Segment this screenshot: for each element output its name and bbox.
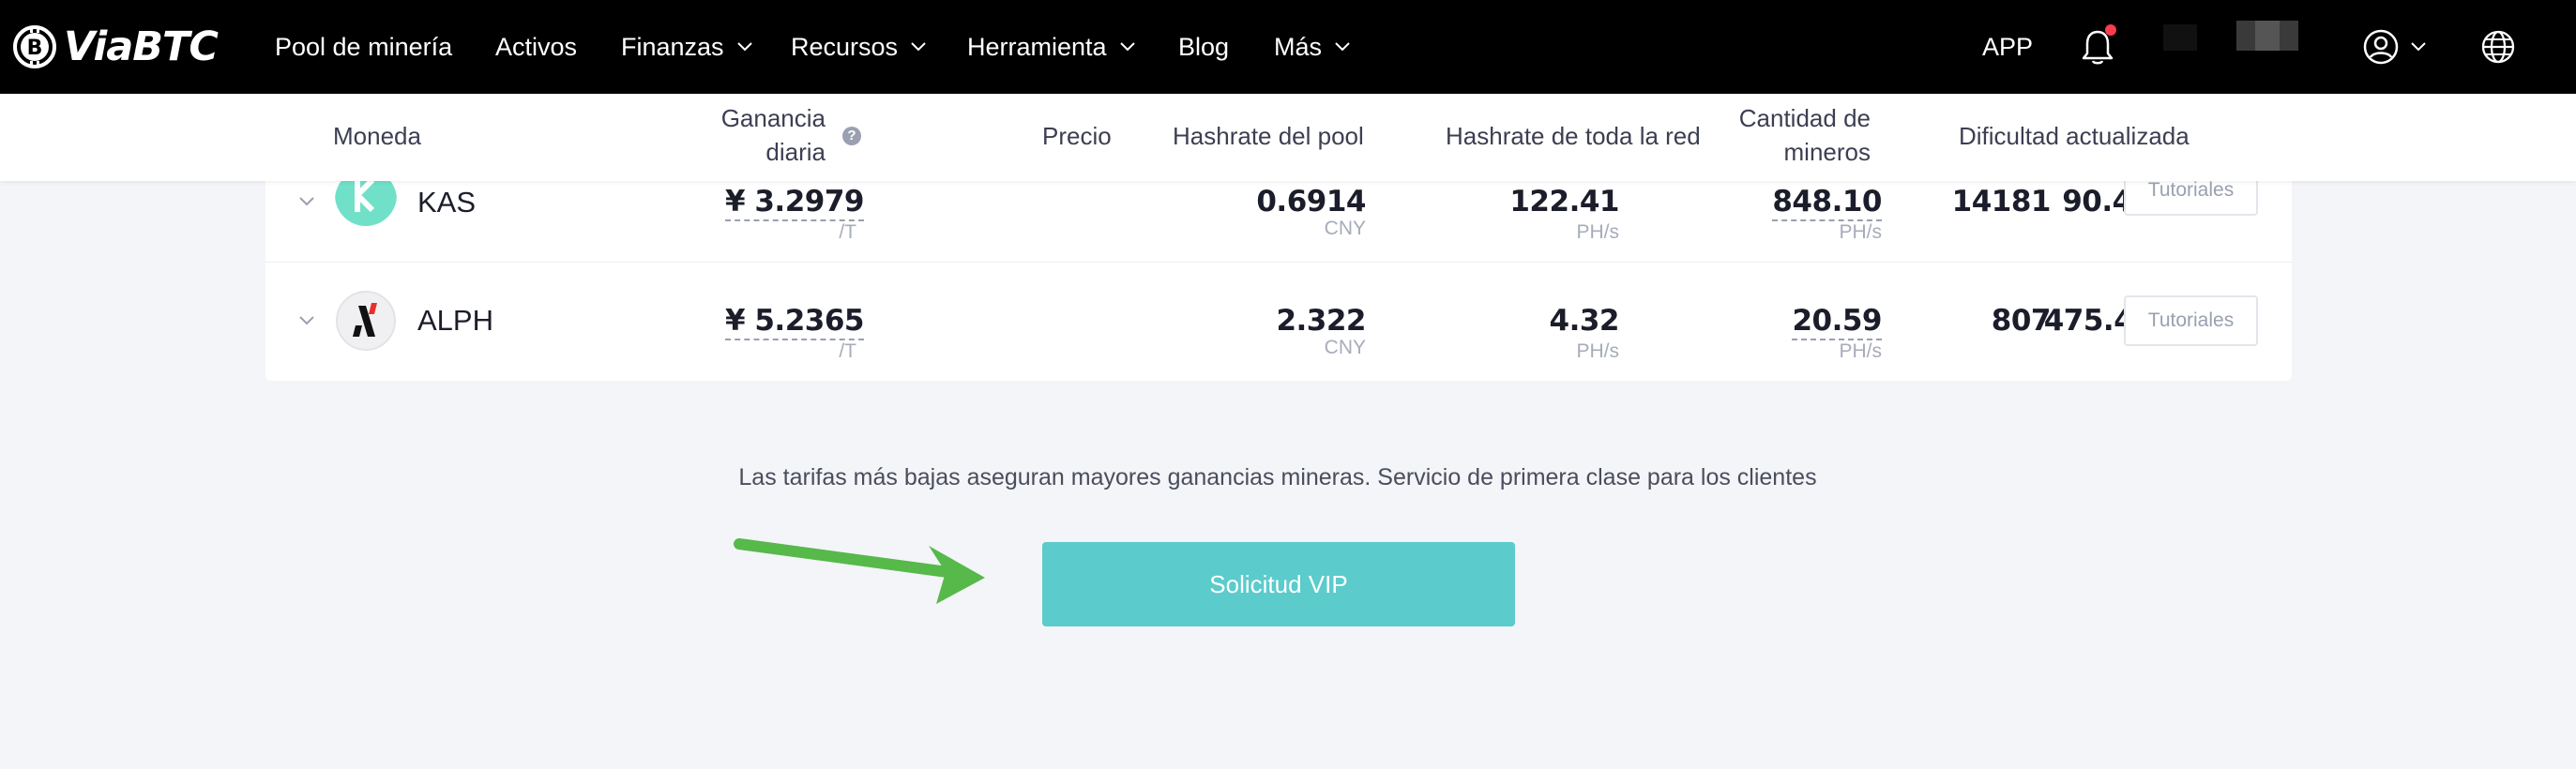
brand-name: ViaBTC: [64, 23, 219, 70]
network-hashrate-unit: PH/s: [1839, 221, 1882, 243]
network-hashrate-unit: PH/s: [1839, 340, 1882, 362]
chevron-down-icon: [1119, 42, 1135, 52]
header-miners: Cantidad de mineros: [1735, 101, 1871, 169]
notifications-button[interactable]: [2081, 0, 2118, 94]
vip-request-button[interactable]: Solicitud VIP: [1042, 542, 1515, 626]
green-arrow-annotation: [734, 538, 985, 604]
network-hashrate[interactable]: 848.10: [1616, 185, 1882, 221]
price-unit: CNY: [1324, 218, 1366, 239]
header-network-hashrate: Hashrate de toda la red: [1446, 122, 1701, 150]
header-daily-line2: diaria: [765, 138, 826, 166]
coin-name: ALPH: [417, 304, 493, 337]
header-miners-line1: Cantidad de: [1738, 104, 1871, 132]
nav-item-mas[interactable]: Más: [1274, 0, 1350, 94]
expand-row-icon[interactable]: [299, 316, 314, 325]
price-value: 2.322: [1276, 304, 1366, 338]
vip-promo-text: Las tarifas más bajas aseguran mayores g…: [738, 464, 1817, 490]
app-link[interactable]: APP: [1982, 0, 2033, 94]
header-difficulty: Dificultad actualizada: [1959, 122, 2190, 150]
coin-name: KAS: [417, 186, 477, 219]
globe-icon: [2481, 30, 2515, 64]
daily-earnings-value: ¥ 3.2979: [725, 185, 865, 221]
nav-item-blog[interactable]: Blog: [1178, 0, 1229, 94]
bitcoin-logo-icon: B: [13, 25, 56, 68]
chevron-down-icon: [911, 42, 926, 52]
header-daily-earnings: Ganancia diaria: [713, 101, 826, 169]
expand-row-icon[interactable]: [299, 197, 314, 206]
header-daily-line1: Ganancia: [720, 104, 826, 132]
nav-item-label: Recursos: [791, 32, 899, 61]
daily-earnings[interactable]: ¥ 5.2365: [725, 304, 865, 340]
header-price: Precio: [1042, 122, 1112, 150]
nav-item-pool[interactable]: Pool de minería: [275, 0, 452, 94]
daily-earnings-unit: /T: [839, 221, 856, 243]
notification-badge: [2105, 24, 2116, 36]
nav-item-activos[interactable]: Activos: [495, 0, 577, 94]
nav-item-finanzas[interactable]: Finanzas: [621, 0, 752, 94]
chevron-down-icon: [1335, 42, 1350, 52]
nav-item-label: Activos: [495, 32, 578, 61]
nav-item-label: Finanzas: [621, 32, 724, 61]
price-unit: CNY: [1324, 337, 1366, 358]
svg-text:B: B: [27, 37, 43, 60]
chevron-down-icon: [736, 42, 752, 52]
redacted-block: [2163, 24, 2197, 51]
nav-item-label: Blog: [1178, 32, 1230, 61]
nav-item-label: Más: [1274, 32, 1323, 61]
alephium-logo-icon: [336, 291, 396, 351]
table-row: KAS ¥ 3.2979 /T 0.6914 CNY 122.41 PH/s 8…: [265, 165, 2292, 263]
help-icon[interactable]: ?: [842, 127, 861, 145]
redacted-block: [2236, 21, 2298, 51]
coin-table: KAS ¥ 3.2979 /T 0.6914 CNY 122.41 PH/s 8…: [265, 165, 2292, 381]
app-label: APP: [1982, 32, 2034, 61]
viabtc-logo[interactable]: B ViaBTC: [11, 15, 219, 79]
account-menu[interactable]: [2362, 0, 2426, 94]
header-miners-line2: mineros: [1783, 138, 1871, 166]
daily-earnings[interactable]: ¥ 3.2979: [725, 185, 865, 221]
nav-item-label: Herramienta: [967, 32, 1107, 61]
tutorials-button[interactable]: Tutoriales: [2124, 295, 2258, 346]
network-hashrate-value: 848.10: [1772, 185, 1882, 221]
header-pool-hashrate: Hashrate del pool: [1173, 122, 1364, 150]
chevron-down-icon: [2411, 42, 2426, 52]
user-icon: [2363, 29, 2399, 65]
table-row: ALPH ¥ 5.2365 /T 2.322 CNY 4.32 PH/s 20.…: [265, 262, 2292, 381]
language-selector[interactable]: [2480, 0, 2516, 94]
network-hashrate[interactable]: 20.59: [1616, 304, 1882, 340]
network-hashrate-value: 20.59: [1792, 304, 1882, 340]
header-coin: Moneda: [333, 122, 421, 150]
pool-hashrate-unit: PH/s: [1576, 221, 1619, 243]
pool-hashrate-unit: PH/s: [1576, 340, 1619, 362]
pool-hashrate-value: 122.41: [1509, 185, 1619, 219]
nav-item-label: Pool de minería: [275, 32, 453, 61]
top-navigation-bar: B ViaBTC Pool de minería Activos Finanza…: [0, 0, 2576, 94]
price-value: 0.6914: [1256, 185, 1366, 219]
nav-item-herramienta[interactable]: Herramienta: [967, 0, 1135, 94]
daily-earnings-unit: /T: [839, 340, 856, 362]
table-header: Moneda Ganancia diaria ? Precio Hashrate…: [0, 94, 2576, 181]
pool-hashrate-value: 4.32: [1549, 304, 1620, 338]
daily-earnings-value: ¥ 5.2365: [725, 304, 865, 340]
nav-item-recursos[interactable]: Recursos: [791, 0, 926, 94]
